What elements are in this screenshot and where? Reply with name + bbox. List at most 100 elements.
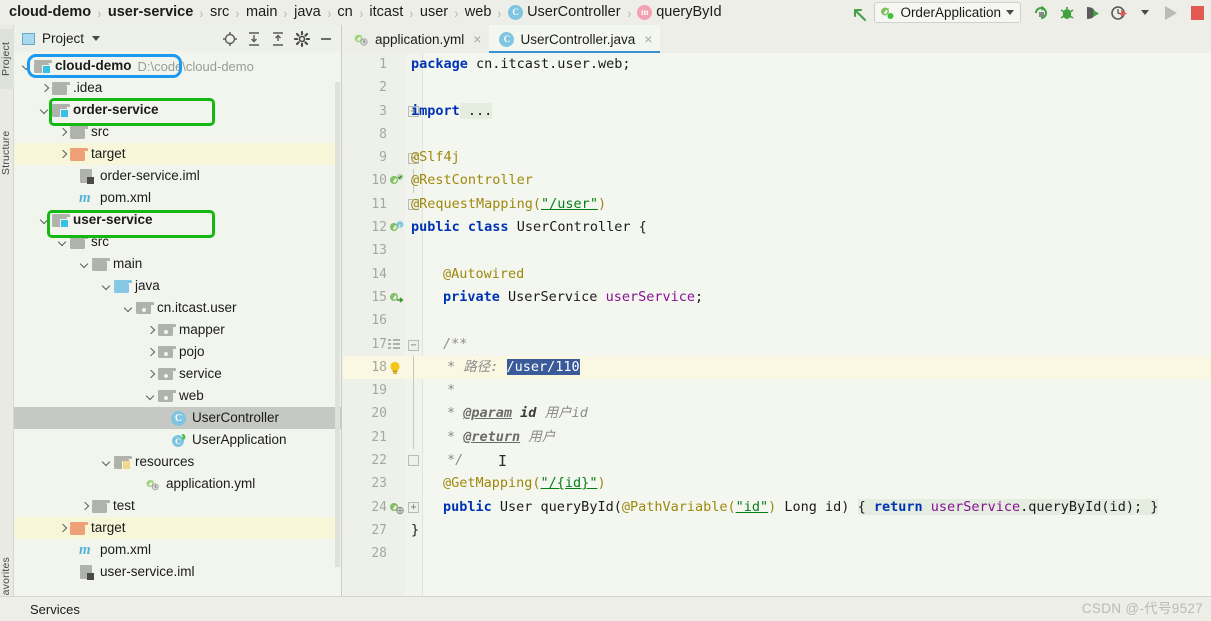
chevron-down-icon[interactable] <box>124 304 133 313</box>
chevron-right-icon[interactable] <box>80 502 89 511</box>
breadcrumb-item-querybyid[interactable]: m queryById <box>632 0 726 25</box>
bean-check-icon[interactable] <box>389 173 404 188</box>
editor-tab-usercontroller-java[interactable]: C UserController.java × <box>489 25 661 53</box>
run-icon[interactable] <box>1159 2 1183 24</box>
chevron-right-icon[interactable] <box>146 326 155 335</box>
tree-item-order-service[interactable]: order-service <box>14 99 341 121</box>
run-with-coverage-icon[interactable] <box>1081 2 1105 24</box>
code-lines[interactable]: 1 package cn.itcast.user.web; 2 3 + impo… <box>343 53 1211 596</box>
breadcrumb-item-src[interactable]: src <box>205 0 234 25</box>
chevron-down-icon[interactable] <box>146 392 155 401</box>
tree-item-user-src[interactable]: src <box>14 231 341 253</box>
selected-text-user-110[interactable]: /user/110 <box>506 358 580 375</box>
tree-item-order-service-iml[interactable]: order-service.iml <box>14 165 341 187</box>
intention-bulb-icon[interactable] <box>387 360 403 376</box>
expand-all-icon[interactable] <box>243 28 265 50</box>
fold-collapse-icon[interactable]: − <box>408 339 419 351</box>
editor-tab-application-yml[interactable]: application.yml × <box>343 25 489 53</box>
breadcrumb-item-user[interactable]: user <box>415 0 453 25</box>
tree-item-usercontroller[interactable]: C UserController <box>14 407 341 429</box>
chevron-down-icon[interactable] <box>92 36 101 41</box>
stop-icon[interactable] <box>1185 2 1209 24</box>
tree-item-label: src <box>91 124 109 139</box>
breadcrumb-item-web[interactable]: web <box>460 0 497 25</box>
chevron-right-icon[interactable] <box>146 348 155 357</box>
tree-item-service[interactable]: service <box>14 363 341 385</box>
back-arrow-icon[interactable] <box>848 2 872 24</box>
tree-item-pojo[interactable]: pojo <box>14 341 341 363</box>
chevron-right-icon[interactable] <box>58 524 67 533</box>
mapping-path-string[interactable]: "/{id}" <box>541 475 598 491</box>
chevron-down-icon[interactable] <box>102 282 111 291</box>
chevron-down-icon[interactable] <box>40 216 49 225</box>
autowired-icon[interactable] <box>389 290 404 305</box>
folded-imports[interactable]: ... <box>459 102 493 119</box>
breadcrumb-item-usercontroller[interactable]: C UserController <box>503 0 625 25</box>
tree-item-user-service-iml[interactable]: user-service.iml <box>14 561 341 583</box>
chevron-right-icon[interactable] <box>58 150 67 159</box>
breadcrumb-item-main[interactable]: main <box>241 0 282 25</box>
tree-item-cloud-demo[interactable]: cloud-demo D:\code\cloud-demo <box>14 55 341 77</box>
folded-method-body[interactable]: { return userService.queryById(id); } <box>857 498 1159 515</box>
run-configuration-selector[interactable]: OrderApplication <box>874 2 1021 23</box>
chevron-down-icon[interactable] <box>58 238 67 247</box>
tree-item-application-yml[interactable]: application.yml <box>14 473 341 495</box>
chevron-down-icon[interactable] <box>40 106 49 115</box>
fold-expand-icon[interactable]: + <box>408 501 419 513</box>
project-tree[interactable]: cloud-demo D:\code\cloud-demo .idea orde… <box>14 52 341 596</box>
project-panel-scrollbar[interactable] <box>335 82 340 567</box>
breadcrumb-item-cloud-demo[interactable]: cloud-demo <box>4 0 96 25</box>
tree-item-cn-itcast-user[interactable]: cn.itcast.user <box>14 297 341 319</box>
profiler-dropdown-icon[interactable] <box>1133 2 1157 24</box>
tree-item-userapplication[interactable]: C UserApplication <box>14 429 341 451</box>
breadcrumb-item-itcast[interactable]: itcast <box>364 0 408 25</box>
close-icon[interactable]: × <box>473 31 481 47</box>
tree-item-test[interactable]: test <box>14 495 341 517</box>
chevron-right-icon[interactable] <box>58 128 67 137</box>
pathvariable-string[interactable]: "id" <box>736 499 769 515</box>
breadcrumb-separator: › <box>627 4 631 21</box>
tree-item-resources[interactable]: resources <box>14 451 341 473</box>
toolwindow-tab-project[interactable]: Project <box>0 29 14 89</box>
chevron-down-icon[interactable] <box>1006 10 1014 15</box>
chevron-down-icon[interactable] <box>102 458 111 467</box>
line-text: @GetMapping("/{id}") <box>443 475 606 492</box>
tree-item-user-pom-xml[interactable]: m pom.xml <box>14 539 341 561</box>
breadcrumb-item-user-service[interactable]: user-service <box>103 0 198 25</box>
tree-item-mapper[interactable]: mapper <box>14 319 341 341</box>
collapse-all-icon[interactable] <box>267 28 289 50</box>
code-line-current: 18 * 路径: /user/110 <box>343 355 1211 380</box>
mapping-path-string[interactable]: "/user" <box>541 196 598 212</box>
status-bar-services[interactable]: Services <box>0 602 80 617</box>
tree-item-user-target[interactable]: target <box>14 517 341 539</box>
toolwindow-tab-structure[interactable]: Structure <box>0 117 14 189</box>
mapping-icon[interactable] <box>389 500 404 515</box>
minimize-icon[interactable] <box>315 28 337 50</box>
chevron-right-icon[interactable] <box>40 84 49 93</box>
profiler-icon[interactable] <box>1107 2 1131 24</box>
tree-item-main[interactable]: main <box>14 253 341 275</box>
tree-item-idea[interactable]: .idea <box>14 77 341 99</box>
code-editor[interactable]: 1 package cn.itcast.user.web; 2 3 + impo… <box>343 53 1211 596</box>
spring-bean-icon[interactable]: c <box>389 220 404 235</box>
tree-item-user-service[interactable]: user-service <box>14 209 341 231</box>
breadcrumb-item-cn[interactable]: cn <box>332 0 357 25</box>
locate-icon[interactable] <box>219 28 241 50</box>
tree-item-order-src[interactable]: src <box>14 121 341 143</box>
chevron-down-icon[interactable] <box>22 62 31 71</box>
tree-item-order-pom-xml[interactable]: m pom.xml <box>14 187 341 209</box>
keyword-public: public <box>411 219 460 236</box>
gear-icon[interactable] <box>291 28 313 50</box>
breadcrumb-item-java[interactable]: java <box>289 0 326 25</box>
close-icon[interactable]: × <box>644 31 652 47</box>
rerun-icon[interactable] <box>1029 2 1053 24</box>
chevron-right-icon[interactable] <box>146 370 155 379</box>
method-call: .queryById(id); <box>1020 498 1151 515</box>
fold-end-icon[interactable] <box>408 455 419 467</box>
tree-item-web[interactable]: web <box>14 385 341 407</box>
chevron-down-icon[interactable] <box>80 260 89 269</box>
doc-icon[interactable] <box>387 337 402 352</box>
tree-item-java[interactable]: java <box>14 275 341 297</box>
debug-icon[interactable] <box>1055 2 1079 24</box>
tree-item-order-target[interactable]: target <box>14 143 341 165</box>
